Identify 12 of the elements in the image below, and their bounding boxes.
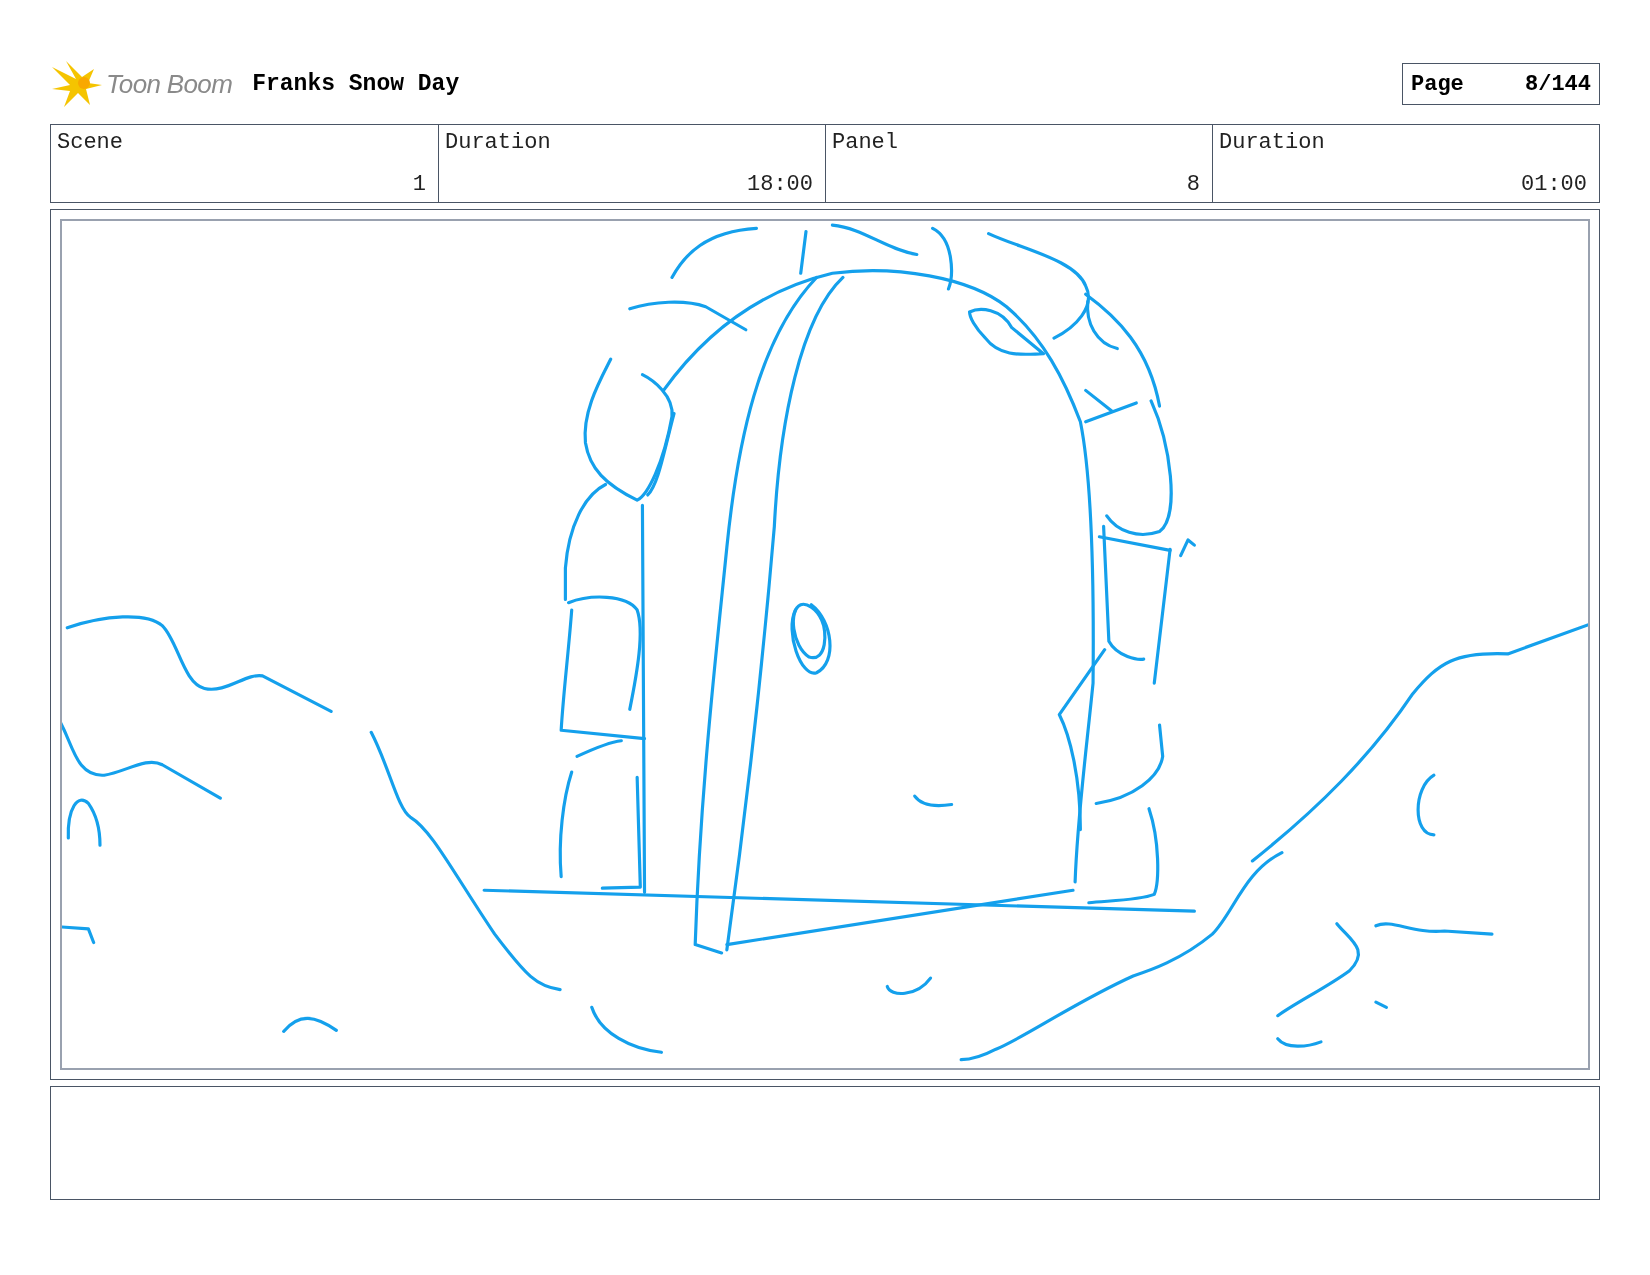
field-label: Duration: [445, 129, 551, 157]
field-value: 18:00: [747, 170, 813, 198]
logo-text: Toon Boom: [106, 67, 233, 101]
field-label: Scene: [57, 129, 123, 157]
field-value: 1: [412, 170, 426, 198]
field-label: Duration: [1219, 129, 1325, 157]
field-value: 8: [1186, 170, 1200, 198]
page-number: 8/144: [1525, 70, 1591, 99]
page-label: Page: [1411, 70, 1464, 99]
field-value: 01:00: [1521, 170, 1587, 198]
storyboard-title: Franks Snow Day: [252, 69, 460, 99]
field-label: Panel: [832, 129, 898, 157]
